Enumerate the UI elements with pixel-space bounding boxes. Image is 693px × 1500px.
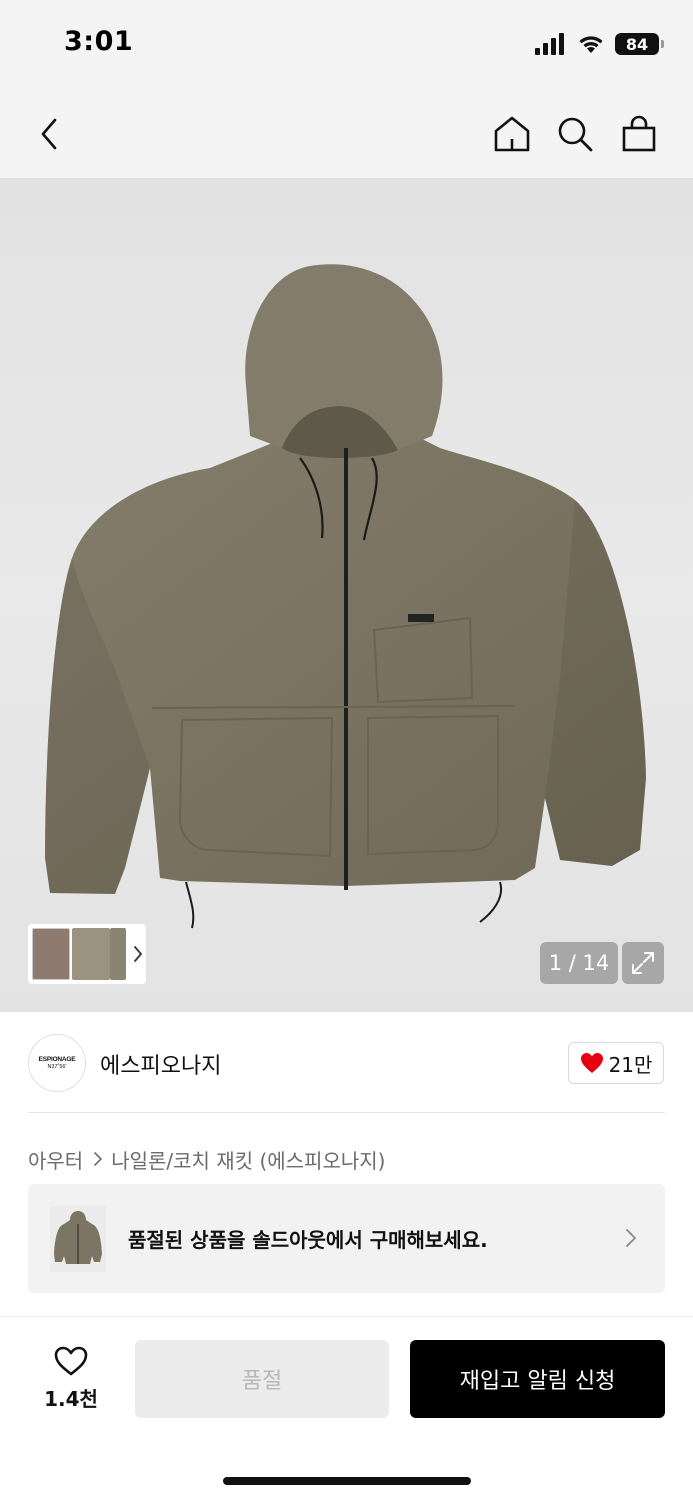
wishlist-button[interactable]: 1.4천	[36, 1345, 106, 1412]
restock-alert-button[interactable]: 재입고 알림 신청	[410, 1340, 665, 1418]
breadcrumb: 아우터 나일론/코치 재킷 (에스피오나지)	[28, 1144, 385, 1174]
heart-filled-icon	[580, 1053, 603, 1073]
home-icon	[494, 116, 530, 152]
soldout-button: 품절	[135, 1340, 389, 1418]
brand-logo-subtext: N37˚56'	[47, 1064, 67, 1070]
search-icon	[558, 117, 593, 152]
breadcrumb-separator	[93, 1151, 103, 1167]
brand-row: ESPIONAGE N37˚56' 에스피오나지 21만	[0, 1012, 693, 1112]
top-nav-bar	[0, 90, 693, 178]
home-button[interactable]	[486, 108, 538, 160]
wishlist-count: 1.4천	[44, 1387, 98, 1411]
image-counter: 1 / 14	[540, 942, 618, 984]
heart-outline-icon	[54, 1346, 88, 1376]
expand-icon	[632, 952, 654, 974]
product-image	[45, 264, 646, 929]
search-button[interactable]	[549, 108, 601, 160]
brand-logo-text: ESPIONAGE	[38, 1056, 76, 1063]
chevron-left-icon	[41, 118, 57, 150]
soldout-banner-text: 품절된 상품을 솔드아웃에서 구매해보세요.	[128, 1228, 488, 1252]
battery-indicator: 84	[615, 33, 664, 55]
status-time: 3:01	[64, 26, 134, 57]
brand-logo[interactable]: ESPIONAGE N37˚56'	[28, 1034, 86, 1092]
bottom-action-bar: 1.4천 품절 재입고 알림 신청	[0, 1317, 693, 1500]
divider	[28, 1112, 665, 1113]
breadcrumb-subcategory[interactable]: 나일론/코치 재킷 (에스피오나지)	[111, 1145, 385, 1174]
cellular-signal-icon	[535, 33, 564, 55]
brand-like-count: 21만	[608, 1052, 653, 1077]
product-image-gallery[interactable]: 1 / 14	[0, 178, 693, 1012]
status-bar: 3:01 84	[0, 0, 693, 90]
home-indicator	[223, 1477, 471, 1485]
brand-name[interactable]: 에스피오나지	[100, 1048, 221, 1080]
thumbnail-strip[interactable]	[28, 924, 146, 984]
thumbnail-brown[interactable]	[32, 928, 70, 980]
status-icons: 84	[535, 30, 664, 58]
shopping-bag-icon	[622, 115, 656, 152]
cart-button[interactable]	[613, 108, 665, 160]
chevron-right-icon	[134, 946, 143, 962]
thumbnail-olive[interactable]	[110, 928, 126, 980]
thumbnail-khaki[interactable]	[72, 928, 110, 980]
breadcrumb-category[interactable]: 아우터	[28, 1145, 83, 1174]
soldout-banner[interactable]: 품절된 상품을 솔드아웃에서 구매해보세요.	[28, 1184, 665, 1293]
chevron-right-icon	[94, 1152, 103, 1166]
brand-like-button[interactable]: 21만	[568, 1042, 664, 1084]
banner-product-thumbnail	[50, 1206, 106, 1272]
wifi-icon	[579, 36, 603, 53]
back-button[interactable]	[24, 108, 76, 160]
chevron-right-icon	[626, 1229, 637, 1247]
expand-image-button[interactable]	[622, 942, 664, 984]
